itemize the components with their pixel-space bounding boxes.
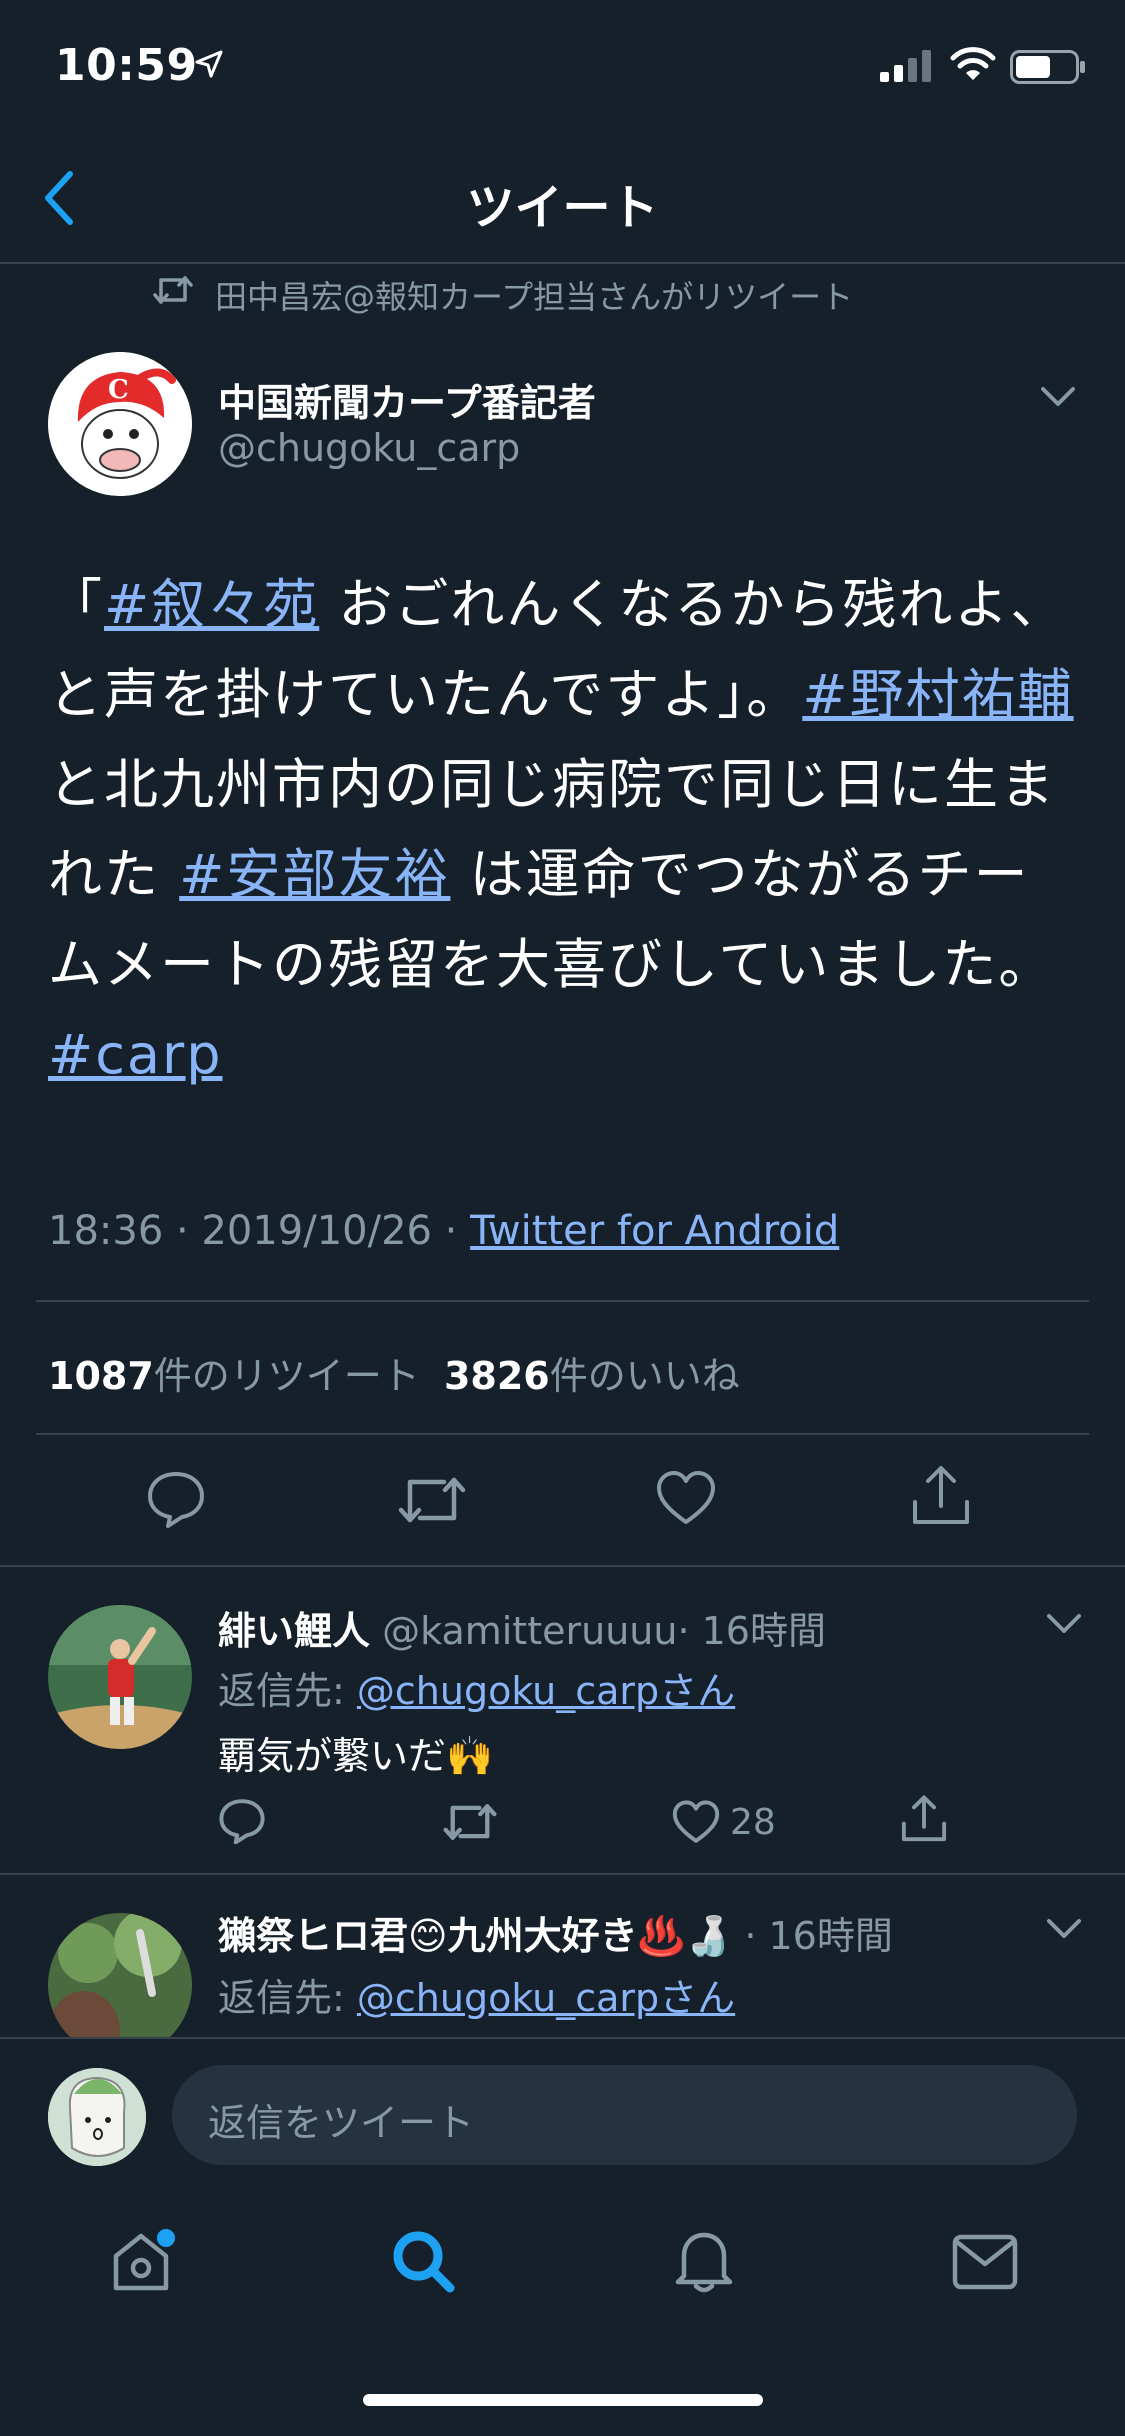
location-arrow-icon <box>195 50 223 78</box>
messages-icon[interactable] <box>952 2234 1018 2290</box>
engagement-counts: 1087件のリツイート 3826件のいいね <box>48 1345 740 1400</box>
cellular-signal-icon <box>880 50 936 82</box>
chevron-down-icon[interactable] <box>1046 1612 1082 1636</box>
search-icon[interactable] <box>390 2228 458 2296</box>
home-icon[interactable] <box>108 2228 178 2294</box>
reply-to-link[interactable]: @chugoku_carpさん <box>357 1669 735 1713</box>
reply-icon[interactable] <box>146 1470 206 1528</box>
notifications-icon[interactable] <box>672 2226 736 2296</box>
share-icon[interactable] <box>900 1794 948 1844</box>
reply-to-link[interactable]: @chugoku_carpさん <box>357 1976 735 2020</box>
tweet-timestamp-row: 18:36 · 2019/10/26 · Twitter for Android <box>48 1208 839 1254</box>
reply-icon[interactable] <box>218 1798 266 1844</box>
counts-divider <box>36 1433 1089 1435</box>
retweet-icon[interactable] <box>398 1472 466 1528</box>
reply-header: 獺祭ヒロ君😊九州大好き♨️🍶 · 16時間 <box>218 1905 893 1960</box>
hashtag-link[interactable]: #安部友裕 <box>179 843 450 906</box>
tweet-timestamp: 18:36 · 2019/10/26 · <box>48 1208 471 1254</box>
tweet-text-segment: 「 <box>48 573 104 636</box>
compose-divider <box>0 2037 1125 2039</box>
like-heart-icon[interactable] <box>656 1470 716 1526</box>
retweeted-by-label[interactable]: 田中昌宏@報知カープ担当さんがリツイート <box>215 272 853 318</box>
reply-to-label: 返信先: <box>218 1976 357 2020</box>
page-title: ツイート <box>466 180 659 236</box>
home-indicator[interactable] <box>363 2394 763 2406</box>
actions-divider <box>0 1565 1125 1567</box>
hashtag-link[interactable]: #叙々苑 <box>104 573 319 636</box>
retweet-count-label[interactable]: 件のリツイート <box>154 1354 420 1398</box>
reply-compose-placeholder[interactable]: 返信をツイート <box>208 2092 474 2147</box>
reply-to-row: 返信先: @chugoku_carpさん <box>218 1967 735 2022</box>
hashtag-link[interactable]: #carp <box>48 1023 223 1086</box>
share-icon[interactable] <box>910 1464 972 1528</box>
reply-time: · 16時間 <box>677 1609 826 1653</box>
meta-divider <box>36 1300 1089 1302</box>
tweet-source-link[interactable]: Twitter for Android <box>470 1208 839 1254</box>
like-count[interactable]: 3826 <box>444 1354 550 1398</box>
reply-text: 覇気が繋いだ🙌 <box>218 1734 494 1778</box>
nav-divider <box>0 262 1125 264</box>
battery-icon <box>1010 50 1086 84</box>
tweet-text: 「#叙々苑 おごれんくなるから残れよ、と声を掛けていたんですよ」。#野村祐輔 と… <box>48 560 1078 1100</box>
reply-to-label: 返信先: <box>218 1669 357 1713</box>
reply-like-count[interactable]: 28 <box>730 1802 776 1843</box>
reply-author-name[interactable]: 緋い鯉人 <box>218 1609 370 1653</box>
author-avatar[interactable]: C <box>48 352 192 496</box>
reply-author-handle[interactable]: @kamitteruuuu <box>382 1609 677 1653</box>
reply-header: 緋い鯉人 @kamitteruuuu· 16時間 <box>218 1600 826 1655</box>
reply-item[interactable]: 獺祭ヒロ君😊九州大好き♨️🍶 · 16時間 返信先: @chugoku_carp… <box>0 1875 1125 2037</box>
reply-avatar[interactable] <box>48 1605 192 1749</box>
hashtag-link[interactable]: #野村祐輔 <box>802 663 1073 726</box>
retweet-count[interactable]: 1087 <box>48 1354 154 1398</box>
reply-avatar[interactable] <box>48 1913 192 2037</box>
like-count-label[interactable]: 件のいいね <box>550 1354 740 1398</box>
retweet-icon[interactable] <box>443 1800 497 1844</box>
reply-author-name[interactable]: 獺祭ヒロ君😊九州大好き♨️🍶 <box>218 1914 732 1958</box>
author-handle[interactable]: @chugoku_carp <box>218 426 520 470</box>
chevron-down-icon[interactable] <box>1040 385 1076 409</box>
wifi-icon <box>950 46 996 82</box>
chevron-down-icon[interactable] <box>1046 1917 1082 1941</box>
author-name[interactable]: 中国新聞カープ番記者 <box>218 372 596 427</box>
reply-time: · 16時間 <box>744 1914 893 1958</box>
user-avatar[interactable] <box>48 2068 146 2166</box>
svg-text:C: C <box>108 375 129 405</box>
reply-to-row: 返信先: @chugoku_carpさん <box>218 1660 735 1715</box>
like-heart-icon[interactable] <box>672 1800 720 1844</box>
retweet-small-icon <box>153 272 193 308</box>
status-time: 10:59 <box>55 40 198 91</box>
